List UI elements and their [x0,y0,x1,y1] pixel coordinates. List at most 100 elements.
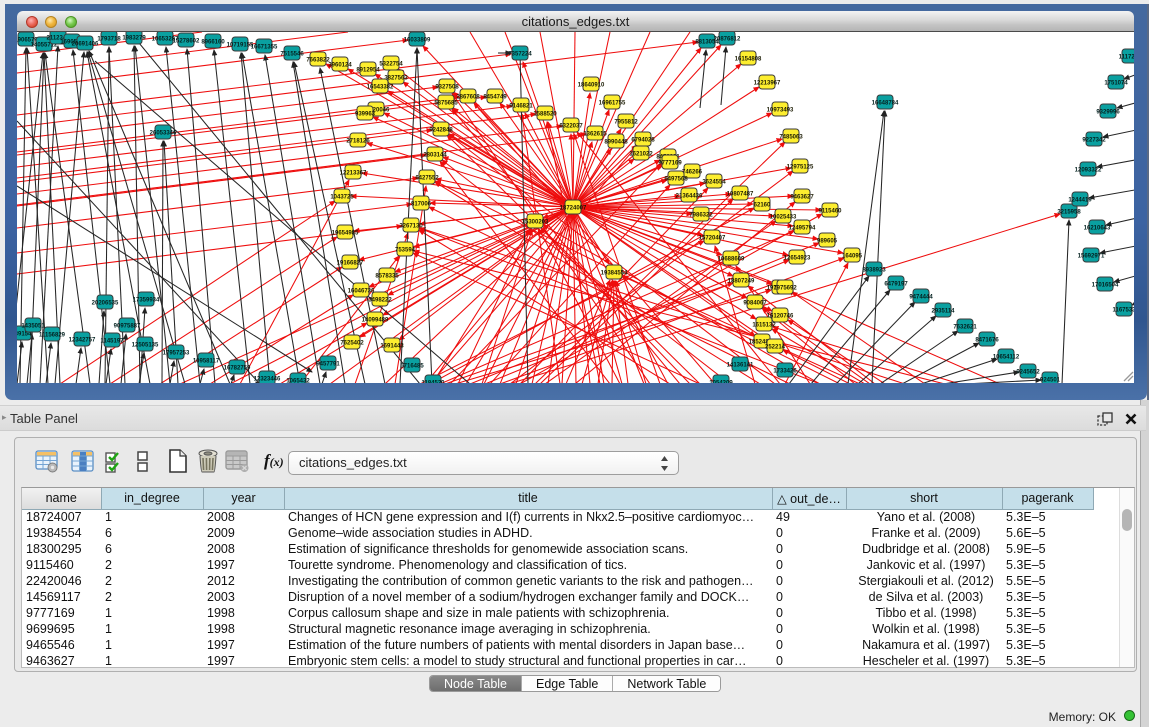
svg-text:12093322: 12093322 [1075,168,1102,174]
svg-text:1167533: 1167533 [1112,308,1134,314]
svg-text:7663822: 7663822 [306,58,330,64]
svg-text:12342757: 12342757 [69,338,96,344]
svg-text:10958117: 10958117 [193,359,220,365]
svg-text:18724007: 18724007 [560,206,587,212]
svg-text:6322037: 6322037 [559,124,583,130]
svg-text:6479197: 6479197 [884,282,908,288]
svg-text:15278602: 15278602 [173,39,200,45]
svg-text:9084067: 9084067 [743,301,767,307]
svg-text:10025433: 10025433 [770,215,797,221]
svg-text:17016504: 17016504 [1092,283,1119,289]
svg-text:3498222: 3498222 [368,298,392,304]
svg-text:2935114: 2935114 [931,309,955,315]
svg-text:26053346: 26053346 [150,131,177,137]
svg-text:8471676: 8471676 [975,338,999,344]
svg-text:15692971: 15692971 [1078,254,1105,260]
svg-text:10688609: 10688609 [718,257,745,263]
svg-text:16543382: 16543382 [367,85,394,91]
svg-text:10654112: 10654112 [993,355,1020,361]
svg-text:1435051: 1435051 [21,324,45,330]
svg-text:16033809: 16033809 [404,38,431,44]
svg-text:16671355: 16671355 [251,45,278,51]
svg-text:18640910: 18640910 [578,83,605,89]
svg-text:7955812: 7955812 [614,120,638,126]
svg-text:12213367: 12213367 [340,171,367,177]
svg-text:9115460: 9115460 [818,209,842,215]
svg-text:12495794: 12495794 [789,226,816,232]
svg-text:11156829: 11156829 [39,333,66,339]
svg-text:18807249: 18807249 [728,279,755,285]
svg-text:16046736: 16046736 [348,289,375,295]
svg-text:19384554: 19384554 [601,271,628,277]
svg-text:62160: 62160 [754,203,771,209]
svg-text:19654985: 19654985 [332,231,359,237]
svg-text:9245652: 9245652 [1016,370,1040,376]
svg-text:9463627: 9463627 [790,195,814,201]
svg-text:2867608: 2867608 [456,95,480,101]
svg-text:10973493: 10973493 [767,108,794,114]
svg-text:20691406: 20691406 [72,42,99,48]
svg-text:6794028: 6794028 [631,138,655,144]
svg-text:16961755: 16961755 [599,101,626,107]
svg-text:6427552: 6427552 [415,176,439,182]
svg-text:10807487: 10807487 [727,192,754,198]
svg-text:14136141: 14136141 [727,363,754,369]
svg-text:9777169: 9777169 [658,161,682,167]
svg-text:746266: 746266 [682,170,703,176]
svg-text:2803144: 2803144 [423,153,447,159]
svg-text:7515546: 7515546 [280,52,304,58]
svg-text:3267130: 3267130 [399,224,423,230]
svg-text:21364436: 21364436 [676,194,703,200]
svg-text:1615132: 1615132 [752,323,776,329]
svg-text:90975887: 90975887 [114,324,141,330]
svg-text:7485063: 7485063 [779,135,803,141]
svg-text:1362615: 1362615 [583,132,607,138]
svg-text:1983279: 1983279 [122,36,146,42]
svg-text:5716485: 5716485 [400,364,424,370]
svg-text:8990448: 8990448 [604,140,628,146]
svg-text:1975692: 1975692 [773,286,797,292]
svg-text:8938923: 8938923 [862,268,886,274]
svg-text:924501: 924501 [1040,378,1061,384]
svg-text:7632621: 7632621 [953,325,977,331]
svg-text:20206535: 20206535 [92,301,119,307]
svg-text:16210643: 16210643 [1084,226,1111,232]
svg-text:8454749: 8454749 [483,95,507,101]
svg-text:1043725: 1043725 [330,195,354,201]
svg-text:753594: 753594 [395,248,416,254]
svg-text:1621022: 1621022 [629,152,653,158]
svg-text:1117216: 1117216 [1119,55,1134,61]
svg-text:7357224: 7357224 [508,52,532,58]
svg-text:19166827: 19166827 [337,261,364,267]
svg-text:17957253: 17957253 [163,351,190,357]
svg-text:1588520: 1588520 [533,112,557,118]
svg-text:9474444: 9474444 [909,295,933,301]
svg-text:2718126: 2718126 [346,139,370,145]
svg-text:5322754: 5322754 [379,62,403,68]
svg-text:3624554: 3624554 [702,180,726,186]
svg-text:1793718: 1793718 [97,37,121,43]
svg-text:989605: 989605 [817,239,838,245]
svg-text:5875685: 5875685 [434,101,458,107]
svg-text:9227342: 9227342 [1082,138,1106,144]
svg-text:8912954: 8912954 [356,68,380,74]
svg-text:9146821: 9146821 [509,104,533,110]
svg-text:164095: 164095 [842,254,863,260]
svg-text:9457791: 9457791 [316,362,340,368]
svg-text:12505135: 12505135 [132,343,159,349]
svg-text:8966160: 8966160 [201,40,225,46]
svg-text:16782759: 16782759 [224,366,251,372]
svg-text:1184520: 1184520 [421,381,445,384]
svg-text:939963: 939963 [355,112,376,118]
svg-text:3215958: 3215958 [1057,210,1081,216]
svg-text:17359934: 17359934 [133,298,160,304]
svg-text:3960124: 3960124 [328,63,352,69]
svg-text:14099489: 14099489 [362,318,389,324]
svg-text:12213967: 12213967 [754,81,781,87]
svg-text:1054209: 1054209 [709,381,733,384]
svg-text:16154808: 16154808 [735,57,762,63]
svg-text:8578335: 8578335 [375,274,399,280]
svg-text:12323446: 12323446 [254,377,281,383]
svg-text:1244419: 1244419 [1068,198,1092,204]
svg-text:15720407: 15720407 [699,236,726,242]
